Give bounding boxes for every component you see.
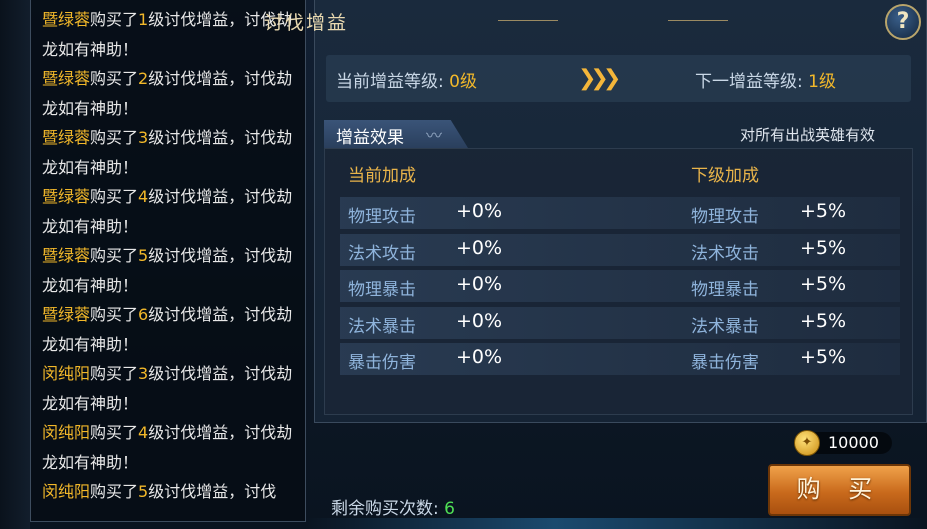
log-player-name: 暨绿蓉	[42, 69, 91, 88]
log-text: 购买了	[90, 305, 139, 324]
log-level: 1	[138, 10, 149, 29]
log-level: 6	[138, 305, 149, 324]
stat-name-next: 暴击伤害	[691, 353, 759, 374]
log-level: 5	[138, 246, 149, 265]
log-player-name: 暨绿蓉	[42, 305, 91, 324]
log-level: 2	[138, 69, 149, 88]
stat-name-next: 物理暴击	[691, 280, 759, 301]
log-entry: 闵纯阳购买了4级讨伐增益，讨伐劫龙如有神助！	[42, 418, 304, 477]
current-level-value: 0级	[449, 72, 477, 92]
log-level: 5	[138, 482, 149, 501]
log-level: 4	[138, 423, 149, 442]
log-player-name: 闵纯阳	[42, 482, 91, 501]
stat-name: 法术攻击	[348, 243, 416, 264]
effects-tab-label: 增益效果	[336, 128, 404, 148]
log-text: 级讨伐增益，讨伐	[148, 482, 277, 501]
log-entry: 暨绿蓉购买了2级讨伐增益，讨伐劫龙如有神助！	[42, 64, 304, 123]
wing-icon: 〰	[426, 126, 443, 145]
stat-next-value: +5%	[800, 273, 847, 296]
purchase-log[interactable]: 暨绿蓉购买了1级讨伐增益，讨伐劫龙如有神助！ 暨绿蓉购买了2级讨伐增益，讨伐劫龙如…	[30, 0, 306, 522]
log-text: 购买了	[90, 482, 139, 501]
buy-button[interactable]: 购 买	[768, 464, 911, 516]
remaining-purchases: 剩余购买次数: 6	[331, 494, 455, 519]
log-text: 购买了	[90, 423, 139, 442]
question-mark-icon: ?	[896, 9, 910, 34]
game-screen: 暨绿蓉购买了1级讨伐增益，讨伐劫龙如有神助！ 暨绿蓉购买了2级讨伐增益，讨伐劫龙如…	[0, 0, 927, 529]
log-level: 3	[138, 128, 149, 147]
stat-name: 法术暴击	[348, 316, 416, 337]
stat-current-value: +0%	[456, 346, 503, 369]
next-bonus-header: 下级加成	[691, 166, 759, 186]
title-divider-right	[668, 20, 728, 21]
next-level: 下一增益等级: 1级	[695, 67, 836, 92]
stat-next-value: +5%	[800, 346, 847, 369]
log-player-name: 暨绿蓉	[42, 10, 91, 29]
log-player-name: 暨绿蓉	[42, 128, 91, 147]
log-text: 购买了	[90, 128, 139, 147]
log-level: 4	[138, 187, 149, 206]
log-text: 购买了	[90, 364, 139, 383]
log-entry: 暨绿蓉购买了6级讨伐增益，讨伐劫龙如有神助！	[42, 300, 304, 359]
help-button[interactable]: ?	[885, 4, 921, 40]
log-text: 购买了	[90, 246, 139, 265]
current-bonus-header: 当前加成	[348, 166, 416, 186]
log-player-name: 闵纯阳	[42, 364, 91, 383]
triple-chevron-right-icon: ❯❯❯	[578, 66, 621, 91]
stat-name: 物理暴击	[348, 280, 416, 301]
stat-current-value: +0%	[456, 273, 503, 296]
left-edge	[0, 0, 30, 529]
panel-title: 讨伐增益	[263, 12, 348, 34]
stat-next-value: +5%	[800, 309, 847, 332]
remaining-value: 6	[444, 499, 455, 519]
next-level-value: 1级	[808, 72, 836, 92]
coin-amount: 10000	[828, 433, 879, 452]
remaining-label: 剩余购买次数:	[331, 499, 439, 519]
stat-name: 暴击伤害	[348, 353, 416, 374]
log-player-name: 闵纯阳	[42, 423, 91, 442]
stat-name: 物理攻击	[348, 207, 416, 227]
log-level: 3	[138, 364, 149, 383]
stat-next-value: +5%	[800, 200, 847, 222]
next-level-label: 下一增益等级:	[695, 72, 803, 92]
stat-name-next: 物理攻击	[691, 207, 759, 227]
bottom-glow	[306, 518, 927, 529]
stat-name-next: 法术攻击	[691, 243, 759, 264]
stat-next-value: +5%	[800, 236, 847, 259]
log-player-name: 暨绿蓉	[42, 187, 91, 206]
log-entry: 暨绿蓉购买了5级讨伐增益，讨伐劫龙如有神助！	[42, 241, 304, 300]
stat-current-value: +0%	[456, 236, 503, 259]
current-level-label: 当前增益等级:	[336, 72, 444, 92]
log-entry: 暨绿蓉购买了3级讨伐增益，讨伐劫龙如有神助！	[42, 123, 304, 182]
log-entry: 闵纯阳购买了5级讨伐增益，讨伐	[42, 477, 304, 507]
log-text: 购买了	[90, 187, 139, 206]
log-entry: 暨绿蓉购买了4级讨伐增益，讨伐劫龙如有神助！	[42, 182, 304, 241]
log-entry: 闵纯阳购买了3级讨伐增益，讨伐劫龙如有神助！	[42, 359, 304, 418]
stat-name-next: 法术暴击	[691, 316, 759, 337]
log-text: 购买了	[90, 69, 139, 88]
current-level: 当前增益等级: 0级	[336, 67, 477, 92]
log-player-name: 暨绿蓉	[42, 246, 91, 265]
stat-current-value: +0%	[456, 200, 503, 222]
effects-note: 对所有出战英雄有效	[740, 126, 876, 144]
log-text: 购买了	[90, 10, 139, 29]
title-divider-left	[498, 20, 558, 21]
gold-coin-icon: ✦	[794, 430, 820, 456]
stat-current-value: +0%	[456, 309, 503, 332]
